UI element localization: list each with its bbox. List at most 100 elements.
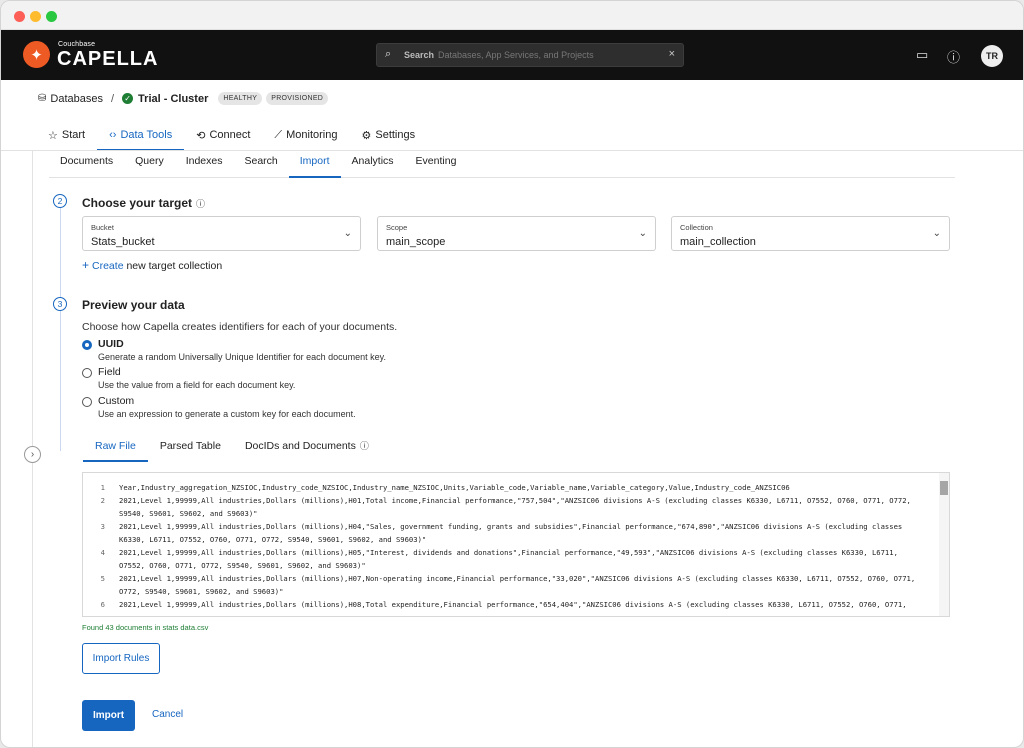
create-collection-link[interactable]: + Create new target collection <box>82 258 222 272</box>
line-number: 3 <box>100 522 105 531</box>
raw-file-preview[interactable]: 1 Year,Industry_aggregation_NZSIOC,Indust… <box>82 472 950 617</box>
star-icon: ☆ <box>48 129 58 142</box>
code-line: 1 Year,Industry_aggregation_NZSIOC,Indust… <box>83 481 937 494</box>
nav-start[interactable]: ☆ Start <box>36 119 97 151</box>
nav-monitoring-label: Monitoring <box>286 129 338 141</box>
line-number: 1 <box>100 483 105 492</box>
found-documents-status: Found 43 documents in stats data.csv <box>82 623 209 632</box>
radio-custom-sub: Use an expression to generate a custom k… <box>98 409 356 419</box>
collection-label: Collection <box>680 223 713 232</box>
line-content: K6330, L6711, O7552, O760, O771, O772, S… <box>119 535 427 544</box>
terminal-icon[interactable]: ▭ <box>916 47 928 63</box>
info-icon[interactable]: ⓘ <box>360 441 369 451</box>
radio-uuid[interactable]: UUID Generate a random Universally Uniqu… <box>82 338 386 362</box>
tab-parsed-table[interactable]: Parsed Table <box>148 435 233 462</box>
import-button[interactable]: Import <box>82 700 135 731</box>
step-connector <box>60 311 61 451</box>
tab-docids-documents[interactable]: DocIDs and Documents ⓘ <box>233 435 381 462</box>
browser-window: ✦ Couchbase CAPELLA ⌕ Search Databases, … <box>0 0 1024 748</box>
radio-custom-title: Custom <box>98 395 135 407</box>
import-rules-button[interactable]: Import Rules <box>82 643 160 674</box>
tab-analytics[interactable]: Analytics <box>341 151 405 177</box>
nav-connect[interactable]: ⟲ Connect <box>184 119 262 151</box>
breadcrumb-databases[interactable]: Databases <box>50 93 103 105</box>
create-link-action: Create <box>92 260 124 272</box>
search-placeholder[interactable]: Databases, App Services, and Projects <box>438 50 594 60</box>
scope-label: Scope <box>386 223 408 232</box>
tab-raw-file[interactable]: Raw File <box>83 435 148 462</box>
brand-company: Couchbase <box>58 41 96 48</box>
expand-sidebar-chevron-icon[interactable]: › <box>24 446 41 463</box>
minimize-window-button[interactable] <box>30 11 41 22</box>
global-search[interactable]: ⌕ Search Databases, App Services, and Pr… <box>376 43 684 67</box>
line-content: 2021,Level 1,99999,All industries,Dollar… <box>119 574 916 583</box>
code-line: 2 2021,Level 1,99999,All industries,Dolla… <box>83 494 937 507</box>
step-3-number: 3 <box>53 297 67 311</box>
line-content: O772, S9540, S9601, S9602, and S9603)" <box>119 587 284 596</box>
zoom-window-button[interactable] <box>46 11 57 22</box>
radio-uuid-control[interactable] <box>82 340 92 350</box>
nav-data-tools-label: Data Tools <box>120 129 173 141</box>
tab-indexes[interactable]: Indexes <box>175 151 234 177</box>
scope-select[interactable]: Scope main_scope ⌄ <box>377 216 656 251</box>
tab-documents[interactable]: Documents <box>49 151 124 177</box>
code-line: 3 2021,Level 1,99999,All industries,Dolla… <box>83 520 937 533</box>
cancel-button[interactable]: Cancel <box>152 709 183 720</box>
radio-uuid-sub: Generate a random Universally Unique Ide… <box>98 352 386 362</box>
user-avatar[interactable]: TR <box>981 45 1003 67</box>
choose-target-title: Choose your target ⓘ <box>82 196 205 210</box>
radio-custom[interactable]: Custom Use an expression to generate a c… <box>82 395 356 419</box>
healthy-check-icon: ✓ <box>122 93 134 104</box>
line-number: 5 <box>100 574 105 583</box>
brand-name: CAPELLA <box>57 48 159 70</box>
line-number-blank <box>83 585 107 598</box>
nav-settings[interactable]: ⚙ Settings <box>349 119 427 151</box>
nav-settings-label: Settings <box>375 129 416 141</box>
radio-uuid-title: UUID <box>98 338 124 350</box>
search-clear-icon[interactable]: × <box>669 48 675 60</box>
tab-search[interactable]: Search <box>233 151 288 177</box>
code-icon: ‹› <box>109 129 117 141</box>
tab-docids-label: DocIDs and Documents <box>244 440 356 452</box>
code-line: 6 2021,Level 1,99999,All industries,Dolla… <box>83 598 937 611</box>
step-2-number: 2 <box>53 194 67 208</box>
preview-tabs: Raw File Parsed Table DocIDs and Documen… <box>83 435 381 462</box>
bucket-value: Stats_bucket <box>91 236 155 248</box>
tab-import[interactable]: Import <box>288 151 341 178</box>
tab-query[interactable]: Query <box>124 151 175 177</box>
gear-icon: ⚙ <box>361 129 372 142</box>
plus-icon: + <box>82 258 90 272</box>
chevron-down-icon: ⌄ <box>638 228 647 239</box>
connect-icon: ⟲ <box>196 129 206 142</box>
preview-scrollbar[interactable] <box>939 473 949 616</box>
line-number: 4 <box>100 548 105 557</box>
scrollbar-thumb[interactable] <box>940 481 948 495</box>
help-icon[interactable]: ⓘ <box>947 47 960 66</box>
code-line: 4 2021,Level 1,99999,All industries,Dolla… <box>83 546 937 559</box>
line-number-blank <box>83 507 107 520</box>
scope-value: main_scope <box>386 236 446 248</box>
nav-data-tools[interactable]: ‹› Data Tools <box>97 119 185 151</box>
chevron-down-icon: ⌄ <box>932 228 941 239</box>
close-window-button[interactable] <box>14 11 25 22</box>
cluster-nav: ☆ Start ‹› Data Tools ⟲ Connect ⟋ Monito… <box>36 119 427 151</box>
radio-field-control[interactable] <box>82 368 92 378</box>
preview-data-title: Preview your data <box>82 298 185 312</box>
nav-monitoring[interactable]: ⟋ Monitoring <box>262 119 349 151</box>
capella-logo-icon[interactable]: ✦ <box>23 41 50 68</box>
data-tools-subnav: Documents Query Indexes Search Import An… <box>49 151 955 178</box>
bucket-select[interactable]: Bucket Stats_bucket ⌄ <box>82 216 361 251</box>
line-content: 2021,Level 1,99999,All industries,Dollar… <box>119 600 907 609</box>
code-line-wrap: O772, S9540, S9601, S9602, and S9603)" <box>83 585 937 598</box>
radio-custom-control[interactable] <box>82 397 92 407</box>
code-line-wrap: O7552, O760, O771, O772, S9540, S9601, S… <box>83 559 937 572</box>
info-icon[interactable]: ⓘ <box>196 199 205 209</box>
tab-eventing[interactable]: Eventing <box>405 151 468 177</box>
bucket-label: Bucket <box>91 223 114 232</box>
window-titlebar <box>1 1 1023 30</box>
chevron-down-icon: ⌄ <box>343 228 352 239</box>
nav-connect-label: Connect <box>209 129 251 141</box>
radio-field[interactable]: Field Use the value from a field for eac… <box>82 366 295 390</box>
database-icon: ⛁ <box>38 93 47 104</box>
collection-select[interactable]: Collection main_collection ⌄ <box>671 216 950 251</box>
